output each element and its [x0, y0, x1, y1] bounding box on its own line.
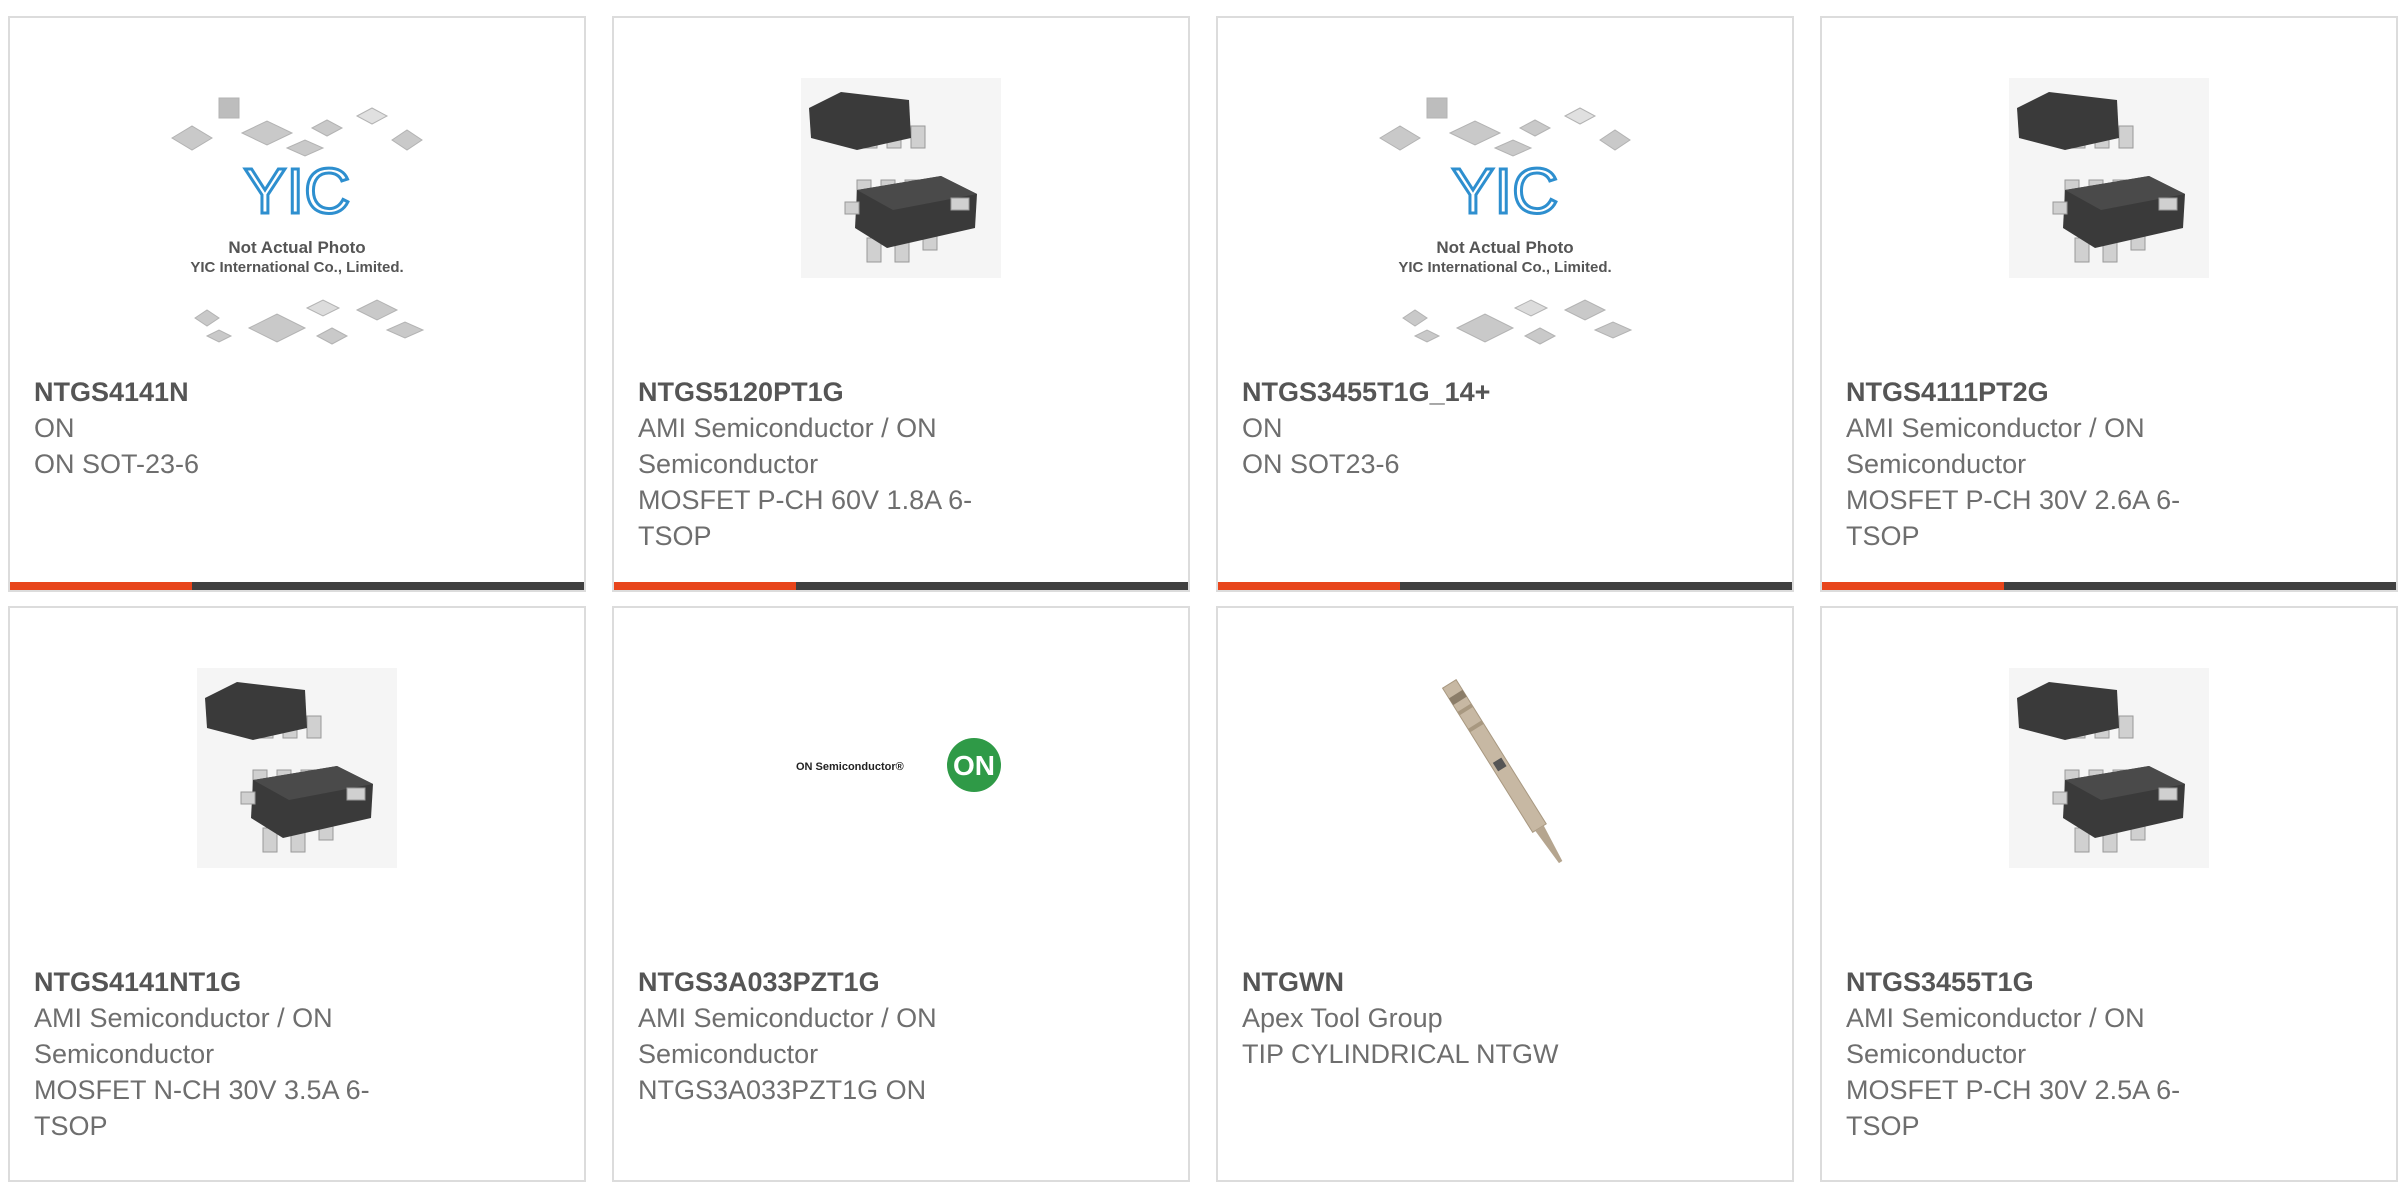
card-bottom-bar — [1218, 582, 1792, 590]
yic-logo: YIC — [1452, 155, 1559, 227]
manufacturer: AMI Semiconductor / ON Semiconductor — [34, 1003, 333, 1069]
description: MOSFET P-CH 30V 2.6A 6-TSOP — [1846, 485, 2181, 551]
product-image[interactable] — [1822, 18, 2396, 358]
product-image[interactable] — [1218, 608, 1792, 948]
tsop6-chip-image — [2009, 668, 2209, 868]
manufacturer: Apex Tool Group — [1242, 1003, 1443, 1033]
description: ON SOT23-6 — [1242, 449, 1400, 479]
product-card[interactable]: NTGS4111PT2G AMI Semiconductor / ON Semi… — [1820, 16, 2398, 592]
on-logo-badge-text: ON — [953, 750, 995, 781]
manufacturer: AMI Semiconductor / ON Semiconductor — [638, 1003, 937, 1069]
product-info: NTGS5120PT1G AMI Semiconductor / ON Semi… — [638, 374, 1018, 554]
product-card[interactable]: NTGS3455T1G AMI Semiconductor / ON Semic… — [1820, 606, 2398, 1182]
product-card[interactable]: YIC Not Actual Photo YIC International C… — [1216, 16, 1794, 592]
description: MOSFET P-CH 60V 1.8A 6-TSOP — [638, 485, 973, 551]
product-card[interactable]: NTGS5120PT1G AMI Semiconductor / ON Semi… — [612, 16, 1190, 592]
card-accent — [10, 582, 192, 590]
part-number[interactable]: NTGS4141NT1G — [34, 964, 414, 1000]
tsop6-chip-image — [2009, 78, 2209, 278]
part-number[interactable]: NTGS4141N — [34, 374, 414, 410]
product-info: NTGS4141N ON ON SOT-23-6 — [34, 374, 414, 482]
part-number[interactable]: NTGS4111PT2G — [1846, 374, 2226, 410]
part-number[interactable]: NTGS3A033PZT1G — [638, 964, 1018, 1000]
manufacturer: AMI Semiconductor / ON Semiconductor — [1846, 413, 2145, 479]
card-accent — [1822, 582, 2004, 590]
soldering-tip-image — [1441, 679, 1563, 864]
product-info: NTGS4111PT2G AMI Semiconductor / ON Semi… — [1846, 374, 2226, 554]
manufacturer: AMI Semiconductor / ON Semiconductor — [1846, 1003, 2145, 1069]
manufacturer: ON — [34, 413, 75, 443]
card-bottom-bar — [614, 582, 1188, 590]
yic-placeholder-image: YIC Not Actual Photo YIC International C… — [171, 97, 425, 345]
product-image[interactable] — [10, 608, 584, 948]
product-image[interactable]: ON Semiconductor® ON — [614, 608, 1188, 948]
product-card[interactable]: YIC Not Actual Photo YIC International C… — [8, 16, 586, 592]
part-number[interactable]: NTGS3455T1G — [1846, 964, 2226, 1000]
product-info: NTGS3455T1G_14+ ON ON SOT23-6 — [1242, 374, 1622, 482]
product-image[interactable] — [1822, 608, 2396, 948]
yic-caption-subtitle: YIC International Co., Limited. — [1398, 259, 1611, 276]
description: ON SOT-23-6 — [34, 449, 200, 479]
product-image[interactable]: YIC Not Actual Photo YIC International C… — [10, 18, 584, 358]
tsop6-chip-image — [197, 668, 397, 868]
description: NTGS3A033PZT1G ON — [638, 1075, 927, 1105]
logo-wordmark: ON Semiconductor® — [796, 761, 904, 773]
on-semiconductor-logo-image: ON Semiconductor® ON — [796, 738, 1001, 792]
product-info: NTGWN Apex Tool Group TIP CYLINDRICAL NT… — [1242, 964, 1622, 1072]
card-accent — [1218, 582, 1400, 590]
product-info: NTGS3A033PZT1G AMI Semiconductor / ON Se… — [638, 964, 1018, 1108]
yic-logo: YIC — [244, 155, 351, 227]
part-number[interactable]: NTGWN — [1242, 964, 1622, 1000]
part-number[interactable]: NTGS5120PT1G — [638, 374, 1018, 410]
product-image[interactable]: YIC Not Actual Photo YIC International C… — [1218, 18, 1792, 358]
description: TIP CYLINDRICAL NTGW — [1242, 1039, 1559, 1069]
part-number[interactable]: NTGS3455T1G_14+ — [1242, 374, 1622, 410]
yic-placeholder-image: YIC Not Actual Photo YIC International C… — [1379, 97, 1633, 345]
product-image[interactable] — [614, 18, 1188, 358]
description: MOSFET P-CH 30V 2.5A 6-TSOP — [1846, 1075, 2181, 1141]
yic-caption-subtitle: YIC International Co., Limited. — [190, 259, 403, 276]
card-bottom-bar — [10, 582, 584, 590]
yic-caption-title: Not Actual Photo — [228, 238, 365, 257]
tip-body — [1441, 679, 1547, 834]
product-card[interactable]: NTGWN Apex Tool Group TIP CYLINDRICAL NT… — [1216, 606, 1794, 1182]
product-info: NTGS3455T1G AMI Semiconductor / ON Semic… — [1846, 964, 2226, 1144]
product-card[interactable]: NTGS4141NT1G AMI Semiconductor / ON Semi… — [8, 606, 586, 1182]
manufacturer: AMI Semiconductor / ON Semiconductor — [638, 413, 937, 479]
description: MOSFET N-CH 30V 3.5A 6-TSOP — [34, 1075, 370, 1141]
product-info: NTGS4141NT1G AMI Semiconductor / ON Semi… — [34, 964, 414, 1144]
card-bottom-bar — [1822, 582, 2396, 590]
manufacturer: ON — [1242, 413, 1283, 443]
tsop6-chip-image — [801, 78, 1001, 278]
card-accent — [614, 582, 796, 590]
yic-caption-title: Not Actual Photo — [1436, 238, 1573, 257]
product-card[interactable]: ON Semiconductor® ON NTGS3A033PZT1G AMI … — [612, 606, 1190, 1182]
